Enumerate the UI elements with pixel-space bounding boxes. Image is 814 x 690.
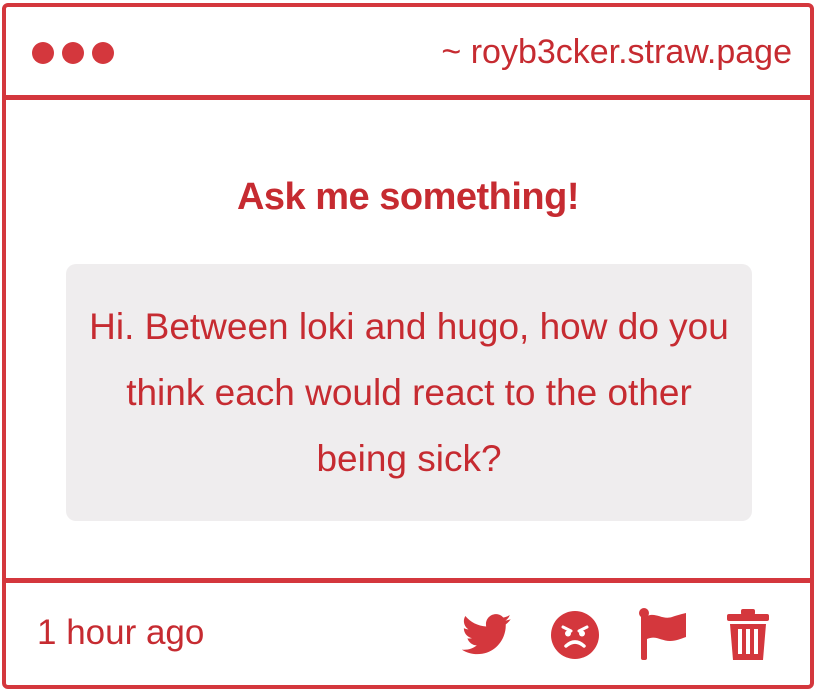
question-text: Hi. Between loki and hugo, how do you th… (89, 305, 729, 479)
window-controls (32, 42, 114, 64)
trash-icon[interactable] (726, 608, 770, 662)
question-box: Hi. Between loki and hugo, how do you th… (66, 264, 752, 521)
window-dot-2[interactable] (62, 42, 84, 64)
flag-icon[interactable] (638, 608, 688, 662)
window-dot-3[interactable] (92, 42, 114, 64)
angry-face-icon[interactable] (550, 610, 600, 660)
card-window: ~ royb3cker.straw.page Ask me something!… (2, 3, 814, 689)
main-content: Ask me something! Hi. Between loki and h… (6, 100, 810, 578)
page-url[interactable]: ~ royb3cker.straw.page (441, 33, 792, 72)
timestamp: 1 hour ago (37, 613, 205, 652)
window-dot-1[interactable] (32, 42, 54, 64)
card-footer: 1 hour ago (6, 578, 810, 690)
action-bar (462, 608, 770, 662)
twitter-icon[interactable] (462, 613, 512, 657)
page-title: Ask me something! (236, 176, 580, 218)
title-bar: ~ royb3cker.straw.page (6, 7, 810, 100)
